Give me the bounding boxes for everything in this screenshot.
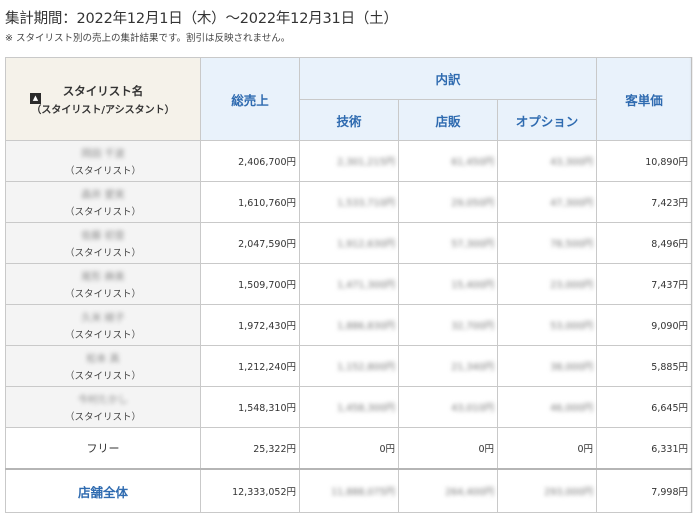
table-row: 今村たかし （スタイリスト） 1,548,310円 1,458,300円 43,… <box>5 386 692 428</box>
option-sales-value: 38,000円 <box>497 345 597 387</box>
scroll-edge-shadow <box>689 57 693 513</box>
stylist-cell: 松本 真 （スタイリスト） <box>5 345 201 387</box>
unit-price-value: 7,423円 <box>596 181 692 223</box>
stylist-name: 佐藤 初音 <box>81 231 125 242</box>
stylist-cell: 佐藤 初音 （スタイリスト） <box>5 222 201 264</box>
retail-sales-value: 61,450円 <box>398 140 498 182</box>
column-header-unit-price: 客単価 <box>596 57 692 141</box>
stylist-role: （スタイリスト） <box>64 289 141 300</box>
table-row: 岡田 千波 （スタイリスト） 2,406,700円 2,301,215円 61,… <box>5 140 692 182</box>
unit-price-value: 7,998円 <box>596 468 692 513</box>
table-row: 久米 綾子 （スタイリスト） 1,972,430円 1,886,830円 32,… <box>5 304 692 346</box>
tech-sales-value: 11,888,075円 <box>299 468 399 513</box>
stylist-cell: 岡田 千波 （スタイリスト） <box>5 140 201 182</box>
tech-sales-value: 1,533,710円 <box>299 181 399 223</box>
table-row-store-total: 店舗全体 12,333,052円 11,888,075円 264,400円 29… <box>5 468 692 513</box>
total-sales-value: 12,333,052円 <box>200 468 300 513</box>
report-period: 集計期間：2022年12月1日（木）〜2022年12月31日（土） <box>5 11 398 27</box>
column-header-option: オプション <box>497 99 597 141</box>
column-header-total-sales: 総売上 <box>200 57 300 141</box>
retail-sales-value: 0円 <box>398 427 498 470</box>
sort-up-icon[interactable]: ▲ <box>30 93 41 104</box>
stylist-role: （スタイリスト） <box>64 248 141 259</box>
total-sales-value: 1,212,240円 <box>200 345 300 387</box>
total-sales-value: 25,322円 <box>200 427 300 470</box>
table-row: 森井 愛実 （スタイリスト） 1,610,760円 1,533,710円 29,… <box>5 181 692 223</box>
total-sales-value: 2,406,700円 <box>200 140 300 182</box>
column-header-tech: 技術 <box>299 99 399 141</box>
tech-sales-value: 1,458,300円 <box>299 386 399 428</box>
tech-sales-value: 1,471,300円 <box>299 263 399 305</box>
report-note: ※ スタイリスト別の売上の集計結果です。割引は反映されません。 <box>5 33 291 44</box>
total-sales-value: 2,047,590円 <box>200 222 300 264</box>
retail-sales-value: 57,300円 <box>398 222 498 264</box>
unit-price-value: 6,331円 <box>596 427 692 470</box>
retail-sales-value: 15,400円 <box>398 263 498 305</box>
tech-sales-value: 0円 <box>299 427 399 470</box>
option-sales-value: 43,300円 <box>497 140 597 182</box>
option-sales-value: 0円 <box>497 427 597 470</box>
option-sales-value: 23,000円 <box>497 263 597 305</box>
retail-sales-value: 32,700円 <box>398 304 498 346</box>
stylist-role: （スタイリスト） <box>64 412 141 423</box>
retail-sales-value: 264,400円 <box>398 468 498 513</box>
column-header-retail: 店販 <box>398 99 498 141</box>
option-sales-value: 47,300円 <box>497 181 597 223</box>
unit-price-value: 6,645円 <box>596 386 692 428</box>
option-sales-value: 293,000円 <box>497 468 597 513</box>
option-sales-value: 78,500円 <box>497 222 597 264</box>
tech-sales-value: 1,886,830円 <box>299 304 399 346</box>
stylist-role: （スタイリスト） <box>64 330 141 341</box>
table-row: 松本 真 （スタイリスト） 1,212,240円 1,152,800円 21,3… <box>5 345 692 387</box>
stylist-name: 今村たかし <box>78 395 128 406</box>
total-sales-value: 1,509,700円 <box>200 263 300 305</box>
tech-sales-value: 2,301,215円 <box>299 140 399 182</box>
stylist-cell: 今村たかし （スタイリスト） <box>5 386 201 428</box>
free-label: フリー <box>5 427 201 470</box>
stylist-role: （スタイリスト） <box>64 207 141 218</box>
table-row-free: フリー 25,322円 0円 0円 0円 6,331円 <box>5 427 692 470</box>
unit-price-value: 8,496円 <box>596 222 692 264</box>
stylist-cell: 尾形 麻美 （スタイリスト） <box>5 263 201 305</box>
column-header-stylist[interactable]: ▲ スタイリスト名 （スタイリスト/アシスタント） <box>5 57 201 141</box>
total-sales-value: 1,972,430円 <box>200 304 300 346</box>
stylist-name: 森井 愛実 <box>81 190 125 201</box>
unit-price-value: 7,437円 <box>596 263 692 305</box>
table-row: 尾形 麻美 （スタイリスト） 1,509,700円 1,471,300円 15,… <box>5 263 692 305</box>
stylist-cell: 久米 綾子 （スタイリスト） <box>5 304 201 346</box>
stylist-name: 久米 綾子 <box>81 313 125 324</box>
tech-sales-value: 1,152,800円 <box>299 345 399 387</box>
column-header-breakdown: 内訳 <box>299 57 597 100</box>
stylist-name: 岡田 千波 <box>81 149 125 160</box>
stylist-name: 松本 真 <box>86 354 120 365</box>
option-sales-value: 53,000円 <box>497 304 597 346</box>
retail-sales-value: 43,010円 <box>398 386 498 428</box>
stylist-cell: 森井 愛実 （スタイリスト） <box>5 181 201 223</box>
total-sales-value: 1,610,760円 <box>200 181 300 223</box>
unit-price-value: 5,885円 <box>596 345 692 387</box>
retail-sales-value: 21,340円 <box>398 345 498 387</box>
store-total-label: 店舗全体 <box>5 468 201 513</box>
unit-price-value: 9,090円 <box>596 304 692 346</box>
total-sales-value: 1,548,310円 <box>200 386 300 428</box>
option-sales-value: 46,000円 <box>497 386 597 428</box>
stylist-sales-table: ▲ スタイリスト名 （スタイリスト/アシスタント） 総売上 内訳 客単価 技術 … <box>5 57 692 513</box>
table-row: 佐藤 初音 （スタイリスト） 2,047,590円 1,912,630円 57,… <box>5 222 692 264</box>
stylist-role: （スタイリスト） <box>64 166 141 177</box>
retail-sales-value: 29,050円 <box>398 181 498 223</box>
tech-sales-value: 1,912,630円 <box>299 222 399 264</box>
unit-price-value: 10,890円 <box>596 140 692 182</box>
stylist-role: （スタイリスト） <box>64 371 141 382</box>
sales-table-container: ▲ スタイリスト名 （スタイリスト/アシスタント） 総売上 内訳 客単価 技術 … <box>5 57 692 513</box>
stylist-name: 尾形 麻美 <box>81 272 125 283</box>
